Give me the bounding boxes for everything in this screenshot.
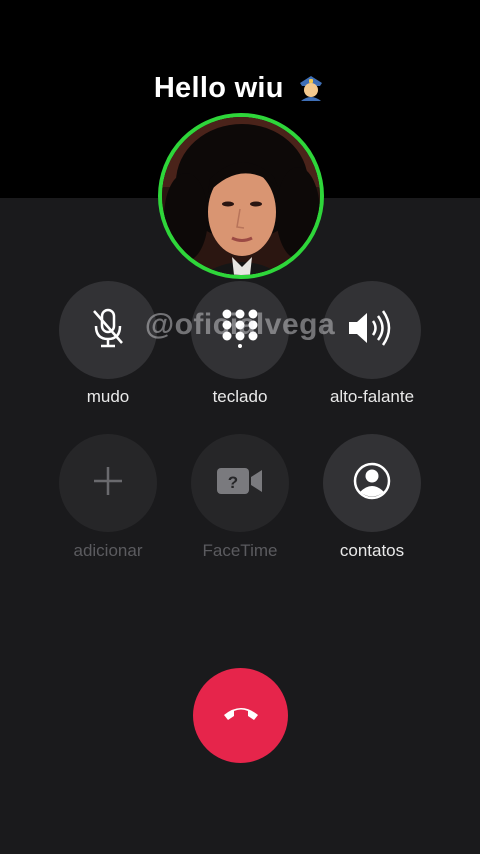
mute-button[interactable] xyxy=(59,281,157,379)
mute-label: mudo xyxy=(86,387,130,406)
mic-slash-icon xyxy=(91,307,125,354)
add-call-label: adicionar xyxy=(73,541,143,560)
keypad-icon xyxy=(220,308,260,353)
facetime-label: FaceTime xyxy=(202,541,278,560)
facetime-icon: ? xyxy=(215,465,265,502)
end-call-button[interactable] xyxy=(193,668,288,763)
police-officer-emoji-icon xyxy=(296,73,326,101)
add-call-button[interactable] xyxy=(59,434,157,532)
phone-hangup-icon xyxy=(221,703,261,728)
facetime-button[interactable]: ? xyxy=(191,434,289,532)
keypad-button[interactable] xyxy=(191,281,289,379)
svg-text:?: ? xyxy=(228,473,238,492)
contact-photo xyxy=(158,113,324,279)
person-circle-icon xyxy=(352,461,392,506)
speaker-button[interactable] xyxy=(323,281,421,379)
keypad-label: teclado xyxy=(212,387,268,406)
caller-name: Hello wiu xyxy=(0,72,480,105)
contacts-button[interactable] xyxy=(323,434,421,532)
contacts-label: contatos xyxy=(339,541,405,560)
plus-icon xyxy=(91,464,125,503)
caller-name-text: Hello wiu xyxy=(153,72,284,104)
speaker-label: alto-falante xyxy=(329,387,415,406)
speaker-icon xyxy=(347,308,397,353)
